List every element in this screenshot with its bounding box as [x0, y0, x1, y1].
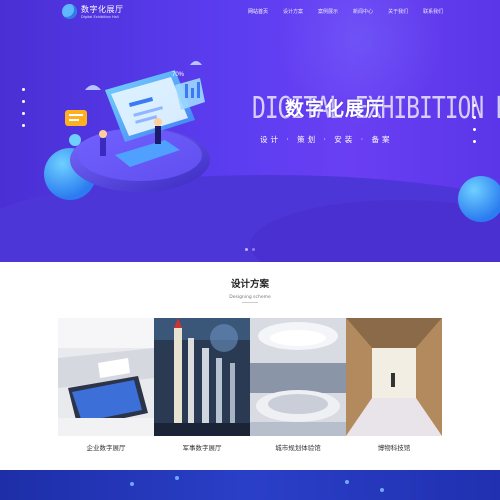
card-caption: 企业数字展厅	[86, 444, 126, 452]
card-caption: 博物科技馆	[377, 444, 411, 452]
card-military-hall[interactable]: 军事数字展厅	[154, 318, 250, 456]
section-title: 设计方案	[230, 279, 269, 290]
card-enterprise-hall[interactable]: 企业数字展厅	[58, 318, 154, 456]
nav-item-design[interactable]: 设计方案	[283, 8, 303, 16]
nav-item-about[interactable]: 关于我们	[388, 8, 408, 16]
brand-tagline: Digital Exhibition Hall	[81, 14, 119, 19]
enterprise-hall-image	[58, 318, 154, 436]
hero-headline: DIGITAL EXHIBITION HALL 数字化展厅	[252, 92, 500, 126]
nav-item-contact[interactable]: 联系我们	[423, 8, 443, 16]
military-hall-image	[154, 318, 250, 436]
section-subtitle: Designing scheme	[229, 295, 271, 300]
hero-subtitle: 设计 · 策划 · 安装 · 备案	[260, 135, 393, 144]
nav-item-news[interactable]: 新闻中心	[353, 8, 373, 16]
hero-banner: 数字化展厅 Digital Exhibition Hall 网站首页 设计方案 …	[0, 0, 500, 262]
brand-name: 数字化展厅	[81, 4, 124, 14]
logo-icon	[62, 4, 77, 19]
slide-dot[interactable]	[245, 248, 248, 251]
card-science-museum[interactable]: 博物科技馆	[346, 318, 442, 456]
divider	[242, 302, 258, 303]
main-nav: 网站首页 设计方案 案例展示 新闻中心 关于我们 联系我们	[248, 8, 458, 16]
card-urban-planning-hall[interactable]: 城市规划体验馆	[250, 318, 346, 456]
hero-title: 数字化展厅	[285, 98, 386, 120]
science-museum-image	[346, 318, 442, 436]
urban-planning-hall-image	[250, 318, 346, 436]
decor-sphere	[458, 176, 500, 222]
design-gallery: 企业数字展厅 军事数字展厅 城市规划体验馆 博物科技馆	[58, 318, 442, 456]
site-logo[interactable]: 数字化展厅 Digital Exhibition Hall	[62, 4, 124, 19]
slide-dot[interactable]	[252, 248, 255, 251]
card-caption: 军事数字展厅	[182, 444, 222, 452]
nav-item-home[interactable]: 网站首页	[248, 8, 268, 16]
decor-dots	[22, 88, 25, 136]
isometric-computer-illustration: 70%	[65, 61, 210, 192]
card-caption: 城市规划体验馆	[275, 444, 321, 452]
slide-pager	[245, 248, 259, 251]
nav-item-cases[interactable]: 案例展示	[318, 8, 338, 16]
footer-band	[0, 470, 500, 500]
hero-badge: 70%	[172, 72, 185, 78]
